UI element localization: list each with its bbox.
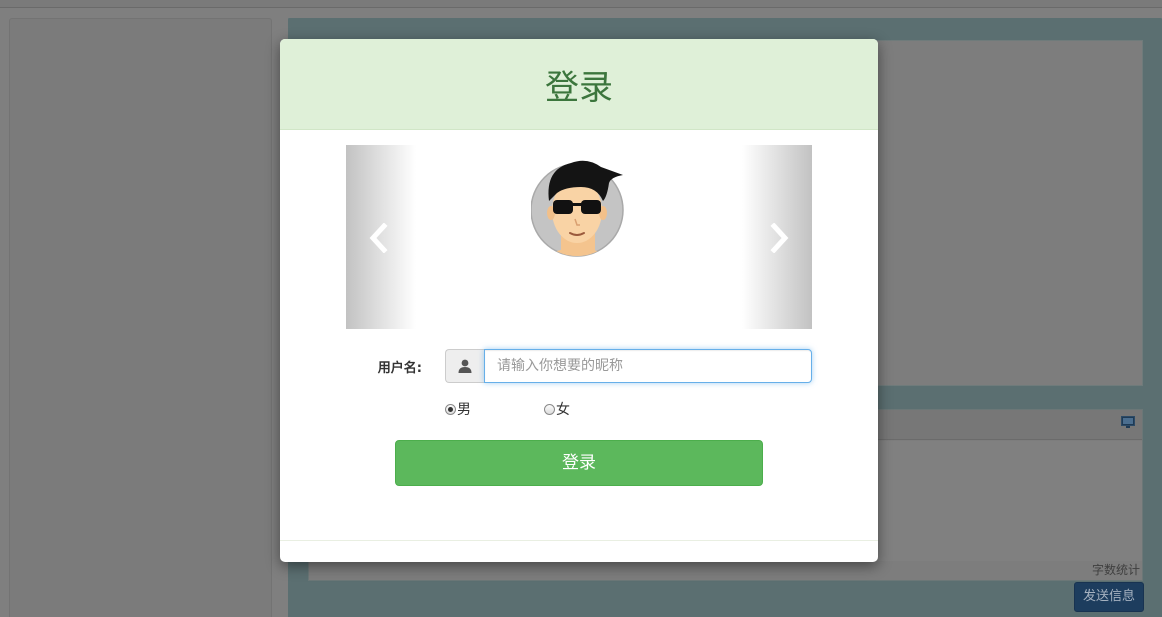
chevron-left-icon <box>369 223 388 253</box>
modal-header: 登录 <box>280 39 878 130</box>
username-addon <box>445 349 485 383</box>
carousel-next-button[interactable] <box>742 145 812 329</box>
modal-divider <box>280 540 878 541</box>
gender-female-label: 女 <box>556 402 570 418</box>
modal-title: 登录 <box>545 68 613 108</box>
avatar-carousel <box>346 145 812 329</box>
carousel-prev-button[interactable] <box>346 145 416 329</box>
login-button[interactable]: 登录 <box>395 440 763 486</box>
radio-female[interactable] <box>544 403 555 415</box>
browser-top-bar <box>0 0 1162 8</box>
avatar-image <box>531 160 624 257</box>
gender-option-male[interactable]: 男 <box>445 400 471 418</box>
username-label: 用户名: <box>377 361 422 376</box>
login-modal: 登录 用户名: 请输入你想要的昵称 男 女 登录 <box>280 39 878 562</box>
send-message-button[interactable]: 发送信息 <box>1074 582 1144 612</box>
sidebar-panel <box>9 18 272 617</box>
word-count-label: 字数统计 <box>1091 563 1140 577</box>
user-icon <box>458 359 472 373</box>
gender-male-label: 男 <box>457 402 471 418</box>
chevron-right-icon <box>770 223 789 253</box>
monitor-icon[interactable] <box>1121 416 1135 428</box>
radio-male[interactable] <box>445 403 456 415</box>
gender-option-female[interactable]: 女 <box>544 400 570 418</box>
username-input[interactable] <box>484 349 812 383</box>
